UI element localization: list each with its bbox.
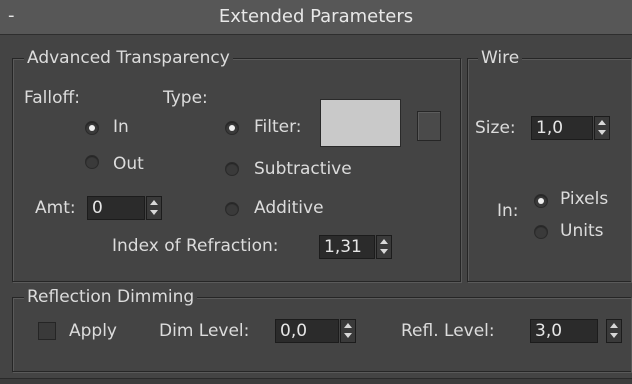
falloff-label: Falloff: [24,88,80,108]
falloff-in-radio[interactable] [85,121,99,135]
refl-level-label: Refl. Level: [401,321,495,341]
type-filter-radio[interactable] [225,121,239,135]
ior-spinner[interactable] [376,235,392,259]
refl-level-spinner[interactable] [606,319,622,343]
amt-label: Amt: [35,198,76,218]
wire-pixels-label[interactable]: Pixels [560,189,608,209]
wire-pixels-radio[interactable] [534,194,548,208]
filter-color-swatch[interactable] [320,99,401,147]
type-subtractive-label[interactable]: Subtractive [254,159,352,179]
wire-in-label: In: [497,201,519,221]
wire-units-radio[interactable] [534,225,548,239]
apply-checkbox[interactable] [38,322,56,340]
type-subtractive-radio[interactable] [225,162,239,176]
dim-level-spinner[interactable] [340,319,356,343]
wire-group [467,58,631,282]
type-additive-radio[interactable] [225,202,239,216]
rollout-bottom-edge [0,378,632,384]
ior-label: Index of Refraction: [112,236,279,256]
ior-input[interactable]: 1,31 [319,235,375,259]
wire-size-label: Size: [475,118,516,138]
advanced-transparency-title: Advanced Transparency [24,48,233,68]
falloff-out-label[interactable]: Out [113,154,144,174]
dim-level-input[interactable]: 0,0 [275,319,339,343]
rollout-title[interactable]: Extended Parameters [0,6,632,27]
amt-spinner[interactable] [146,196,162,220]
apply-label[interactable]: Apply [69,321,117,341]
type-label: Type: [163,88,208,108]
dim-level-label: Dim Level: [159,321,250,341]
wire-units-label[interactable]: Units [560,221,603,241]
reflection-dimming-title: Reflection Dimming [24,287,198,307]
wire-size-input[interactable]: 1,0 [531,116,593,140]
amt-input[interactable]: 0 [87,196,145,220]
falloff-in-label[interactable]: In [113,117,129,137]
type-filter-label[interactable]: Filter: [254,117,302,137]
wire-size-spinner[interactable] [594,116,610,140]
rollout-header[interactable]: - Extended Parameters [0,0,632,35]
wire-title: Wire [478,48,523,68]
refl-level-input[interactable]: 3,0 [530,319,598,343]
filter-map-button[interactable] [417,111,441,141]
falloff-out-radio[interactable] [85,155,99,169]
type-additive-label[interactable]: Additive [254,198,324,218]
